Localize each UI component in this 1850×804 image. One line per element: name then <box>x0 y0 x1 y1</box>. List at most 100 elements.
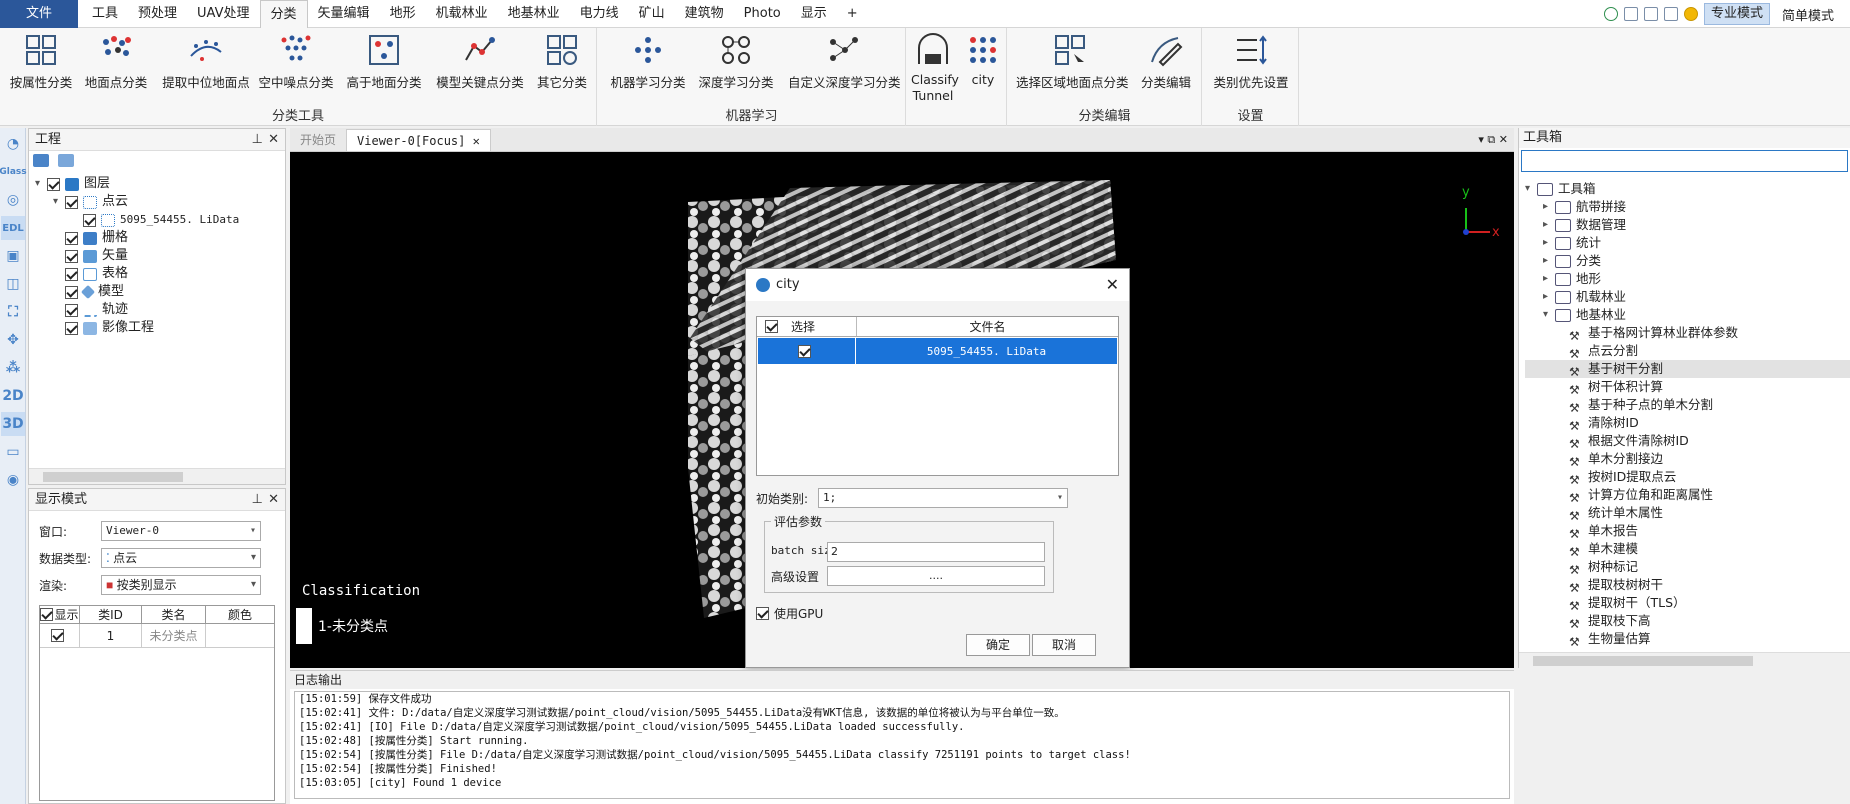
toolbox-tool[interactable]: ⚒ 提取树干（TLS） <box>1525 594 1850 613</box>
menu-photo[interactable]: Photo <box>734 0 791 28</box>
menu-building[interactable]: 建筑物 <box>675 0 734 28</box>
edl-icon[interactable]: EDL <box>1 216 25 240</box>
layers-icon[interactable]: ◎ <box>1 188 25 212</box>
file-row[interactable]: 5095_54455. LiData <box>758 338 1117 364</box>
other-classify-button[interactable]: 其它分类 <box>534 32 590 91</box>
init-class-select[interactable]: 1; <box>818 488 1068 508</box>
project-hscrollbar[interactable] <box>29 468 285 484</box>
pro-mode-button[interactable]: 专业模式 <box>1703 3 1770 25</box>
ok-button[interactable]: 确定 <box>966 634 1030 656</box>
classify-edit-button[interactable]: 分类编辑 <box>1138 32 1194 91</box>
menu-uav[interactable]: UAV处理 <box>187 0 259 28</box>
class-color-swatch[interactable] <box>206 624 274 647</box>
custom-dl-button[interactable]: 自定义深度学习分类 <box>788 32 901 91</box>
tree-item-layers[interactable]: ▾ 图层 <box>35 175 285 193</box>
tree-item-pointcloud[interactable]: ▾ 点云 <box>35 193 285 211</box>
menu-mine[interactable]: 矿山 <box>629 0 675 28</box>
above-ground-button[interactable]: 高于地面分类 <box>346 32 422 91</box>
menu-ground-forestry[interactable]: 地基林业 <box>498 0 570 28</box>
toolbox-tool[interactable]: ⚒ 树种标记 <box>1525 558 1850 577</box>
menu-terrain[interactable]: 地形 <box>380 0 426 28</box>
user-icon[interactable] <box>1603 7 1618 21</box>
tree-item-model[interactable]: 模型 <box>35 283 285 301</box>
tab-start[interactable]: 开始页 <box>290 129 346 151</box>
toolbox-tool[interactable]: ⚒ 清除树ID <box>1525 414 1850 433</box>
ground-classify-button[interactable]: 地面点分类 <box>84 32 148 91</box>
menu-vector-edit[interactable]: 矢量编辑 <box>308 0 380 28</box>
model-keypoint-button[interactable]: 模型关键点分类 <box>436 32 524 91</box>
tree-item-vector[interactable]: 矢量 <box>35 247 285 265</box>
add-layer-icon[interactable] <box>57 154 74 167</box>
tree-item-lidata[interactable]: 5095_54455. LiData <box>35 211 285 229</box>
toolbox-folder[interactable]: ▸ 数据管理 <box>1525 216 1850 234</box>
toolbox-search-input[interactable] <box>1521 150 1848 172</box>
classify-tunnel-button[interactable]: Classify Tunnel <box>911 32 959 104</box>
tree-item-raster[interactable]: 栅格 <box>35 229 285 247</box>
screenshot-icon[interactable]: ▭ <box>1 440 25 464</box>
toolbox-tool[interactable]: ⚒ 计算方位角和距离属性 <box>1525 486 1850 505</box>
toolbox-folder[interactable]: ▾ 地基林业 <box>1525 306 1850 324</box>
view-2d-icon[interactable]: 2D <box>1 384 25 408</box>
toolbox-tool[interactable]: ⚒ 单木建模 <box>1525 540 1850 559</box>
rotate-icon[interactable]: ✥ <box>1 328 25 352</box>
class-row[interactable]: 1 未分类点 <box>40 624 274 648</box>
median-ground-button[interactable]: 提取中位地面点 <box>160 32 252 91</box>
cancel-button[interactable]: 取消 <box>1032 634 1096 656</box>
toolbox-hscrollbar[interactable] <box>1519 652 1850 668</box>
menu-file[interactable]: 文件 <box>0 0 79 28</box>
file-checkbox[interactable] <box>797 344 811 358</box>
toolbox-tool[interactable]: ⚒ 按树ID提取点云 <box>1525 468 1850 487</box>
priority-settings-button[interactable]: 类别优先设置 <box>1211 32 1291 91</box>
toolbox-tool[interactable]: ⚒ 基于种子点的单木分割 <box>1525 396 1850 415</box>
gpu-row[interactable]: 使用GPU <box>756 605 823 622</box>
eye-icon[interactable]: ◉ <box>1 468 25 492</box>
menu-powerline[interactable]: 电力线 <box>570 0 629 28</box>
tab-menu-icon[interactable]: ▾ ⧉ ✕ <box>1472 129 1514 151</box>
window-icon[interactable] <box>1643 7 1658 21</box>
box-icon[interactable]: ◫ <box>1 272 25 296</box>
toolbox-folder[interactable]: ▸ 地形 <box>1525 270 1850 288</box>
toolbox-root[interactable]: ▾ 工具箱 <box>1525 180 1850 198</box>
orbit-icon[interactable]: ◔ <box>1 132 25 156</box>
toolbox-tool[interactable]: ⚒ 点云分割 <box>1525 342 1850 361</box>
select-all-checkbox[interactable] <box>765 320 778 333</box>
open-layer-icon[interactable] <box>33 154 49 167</box>
toolbox-tool[interactable]: ⚒ 单木报告 <box>1525 522 1850 541</box>
toolbox-folder[interactable]: ▸ 统计 <box>1525 234 1850 252</box>
simple-mode-button[interactable]: 简单模式 <box>1776 5 1840 24</box>
pin-icon[interactable]: ⊥ <box>252 489 263 511</box>
view-3d-icon[interactable]: 3D <box>1 412 25 436</box>
advanced-settings-button[interactable]: .... <box>827 566 1045 586</box>
toolbox-folder[interactable]: ▸ 分类 <box>1525 252 1850 270</box>
minimize-icon[interactable] <box>1663 7 1678 21</box>
toolbox-tool[interactable]: ⚒ 提取枝树树干 <box>1525 576 1850 595</box>
menu-preprocess[interactable]: 预处理 <box>128 0 187 28</box>
tree-item-trajectory[interactable]: 轨迹 <box>35 301 285 319</box>
toolbox-tool[interactable]: ⚒ 提取枝下高 <box>1525 612 1850 631</box>
toolbox-folder[interactable]: ▸ 航带拼接 <box>1525 198 1850 216</box>
tree-item-image-project[interactable]: 影像工程 <box>35 319 285 337</box>
window-select[interactable]: Viewer-0 <box>101 521 261 541</box>
toolbox-tool[interactable]: ⚒ 基于格网计算林业群体参数 <box>1525 324 1850 343</box>
menu-airborne-forestry[interactable]: 机载林业 <box>426 0 498 28</box>
air-noise-button[interactable]: 空中噪点分类 <box>258 32 334 91</box>
cube-icon[interactable]: ▣ <box>1 244 25 268</box>
class-visible-checkbox[interactable] <box>50 629 64 642</box>
toolbox-tool[interactable]: ⚒ 基于树干分割 <box>1525 360 1850 379</box>
menu-add[interactable]: + <box>837 0 868 28</box>
gpu-checkbox[interactable] <box>756 607 769 620</box>
close-icon[interactable]: ✕ <box>268 129 279 151</box>
datatype-select[interactable]: ⁚ 点云 <box>101 548 261 568</box>
city-button[interactable]: city <box>963 32 1003 87</box>
render-select[interactable]: ■ 按类别显示 <box>101 575 261 595</box>
fullscreen-icon[interactable]: ⛶ <box>1 300 25 324</box>
close-icon[interactable]: ✕ <box>473 134 480 148</box>
toolbox-tool[interactable]: ⚒ 根据文件清除树ID <box>1525 432 1850 451</box>
pin-icon[interactable]: ⊥ <box>252 129 263 151</box>
toolbox-tool[interactable]: ⚒ 统计单木属性 <box>1525 504 1850 523</box>
batch-size-input[interactable]: 2 <box>827 542 1045 562</box>
classify-by-attribute-button[interactable]: 按属性分类 <box>6 32 76 91</box>
toolbox-folder[interactable]: ▸ 机载林业 <box>1525 288 1850 306</box>
toolbox-tool[interactable]: ⚒ 树干体积计算 <box>1525 378 1850 397</box>
toolbox-tool[interactable]: ⚒ 生物量估算 <box>1525 630 1850 649</box>
